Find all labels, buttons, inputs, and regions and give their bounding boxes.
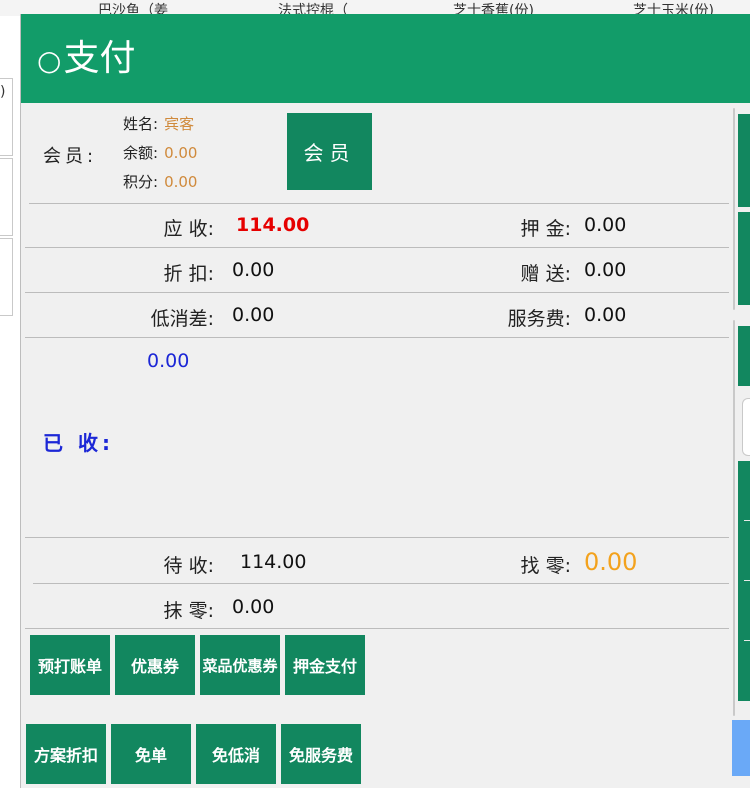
divider: [25, 628, 729, 629]
receivable-value: 114.00: [236, 214, 310, 236]
background-row: [0, 158, 13, 236]
dialog-header: ○支付: [21, 14, 750, 103]
gift-value: 0.00: [584, 259, 627, 281]
gift-label: 赠 送:: [520, 263, 571, 285]
keypad-divider: [744, 580, 750, 581]
member-points-row: 积分: 0.00: [123, 171, 197, 192]
pending-value: 114.00: [240, 551, 307, 573]
discount-value: 0.00: [232, 259, 275, 281]
background-row: [0, 238, 13, 316]
change-value: 0.00: [584, 548, 638, 576]
waive-service-fee-button[interactable]: 免服务费: [281, 724, 361, 784]
service-fee-label: 服务费:: [507, 308, 571, 330]
background-fragment: ): [0, 84, 6, 100]
right-panel-button[interactable]: [738, 326, 750, 386]
divider: [25, 292, 729, 293]
paid-label: 已 收:: [43, 431, 114, 455]
waive-min-consumption-button[interactable]: 免低消: [196, 724, 276, 784]
coupon-button[interactable]: 优惠券: [115, 635, 195, 695]
member-name-row: 姓名: 宾客: [123, 113, 194, 134]
right-panel-keypad[interactable]: [738, 461, 750, 701]
keypad-divider: [744, 520, 750, 521]
deposit-value: 0.00: [584, 214, 627, 236]
rounding-label: 抹 零:: [163, 600, 214, 622]
receivable-label: 应 收:: [163, 218, 214, 240]
divider: [25, 337, 729, 338]
divider: [33, 583, 729, 584]
member-balance-value: 0.00: [164, 144, 198, 162]
member-label: 会员:: [43, 146, 98, 167]
min-consumption-diff-value: 0.00: [232, 304, 275, 326]
right-panel-input[interactable]: [742, 398, 750, 456]
member-points-label: 积分:: [123, 173, 159, 191]
free-order-button[interactable]: 免单: [111, 724, 191, 784]
member-button[interactable]: 会员: [287, 113, 372, 190]
member-points-value: 0.00: [164, 173, 198, 191]
dialog-title: ○支付: [37, 36, 135, 84]
member-balance-row: 余额: 0.00: [123, 142, 197, 163]
keypad-divider: [744, 640, 750, 641]
divider: [25, 247, 729, 248]
pending-label: 待 收:: [163, 555, 214, 577]
dialog-title-text: 支付: [63, 38, 136, 79]
payment-dialog: ○支付 会员: 姓名: 宾客 余额: 0.00 积分: 0.00 会员 应 收: 11…: [20, 14, 750, 788]
plan-discount-button[interactable]: 方案折扣: [26, 724, 106, 784]
member-name-label: 姓名:: [123, 115, 159, 133]
divider: [29, 203, 729, 204]
right-panel-confirm-button[interactable]: [732, 720, 750, 776]
deposit-label: 押 金:: [520, 218, 571, 240]
member-balance-label: 余额:: [123, 144, 159, 162]
right-panel-button[interactable]: [738, 212, 750, 305]
pre-print-bill-button[interactable]: 预打账单: [30, 635, 110, 695]
discount-label: 折 扣:: [163, 263, 214, 285]
right-panel-bottom: [733, 320, 735, 716]
member-name-value: 宾客: [164, 115, 195, 133]
paid-amount: 0.00: [147, 350, 190, 372]
background-left-column: [0, 16, 20, 788]
divider: [25, 537, 729, 538]
deposit-payment-button[interactable]: 押金支付: [285, 635, 365, 695]
circle-icon: ○: [37, 44, 62, 77]
rounding-value: 0.00: [232, 596, 275, 618]
right-panel-button[interactable]: [738, 114, 750, 207]
right-panel-top: [733, 108, 735, 310]
min-consumption-diff-label: 低消差:: [150, 308, 214, 330]
dish-coupon-button[interactable]: 菜品优惠券: [200, 635, 280, 695]
change-label: 找 零:: [520, 555, 571, 577]
service-fee-value: 0.00: [584, 304, 627, 326]
